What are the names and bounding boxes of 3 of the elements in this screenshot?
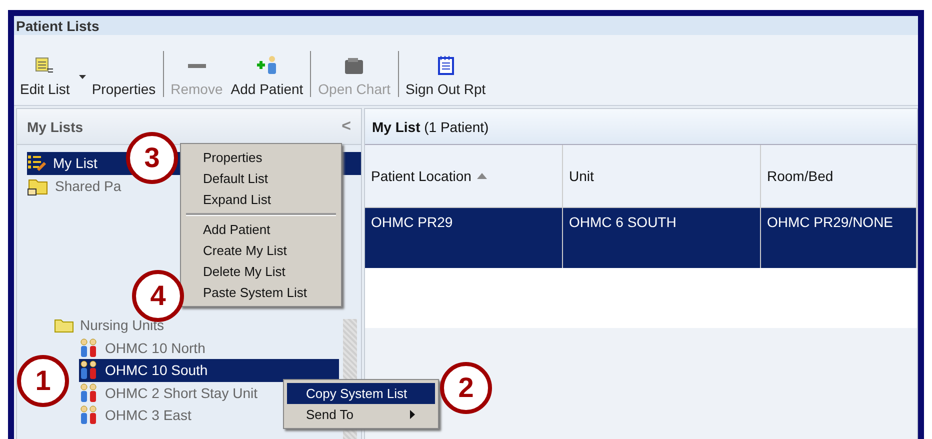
panel-title: My Lists bbox=[27, 118, 84, 134]
window-title: Patient Lists bbox=[16, 18, 100, 34]
panel-title: My List (1 Patient) bbox=[372, 118, 489, 134]
